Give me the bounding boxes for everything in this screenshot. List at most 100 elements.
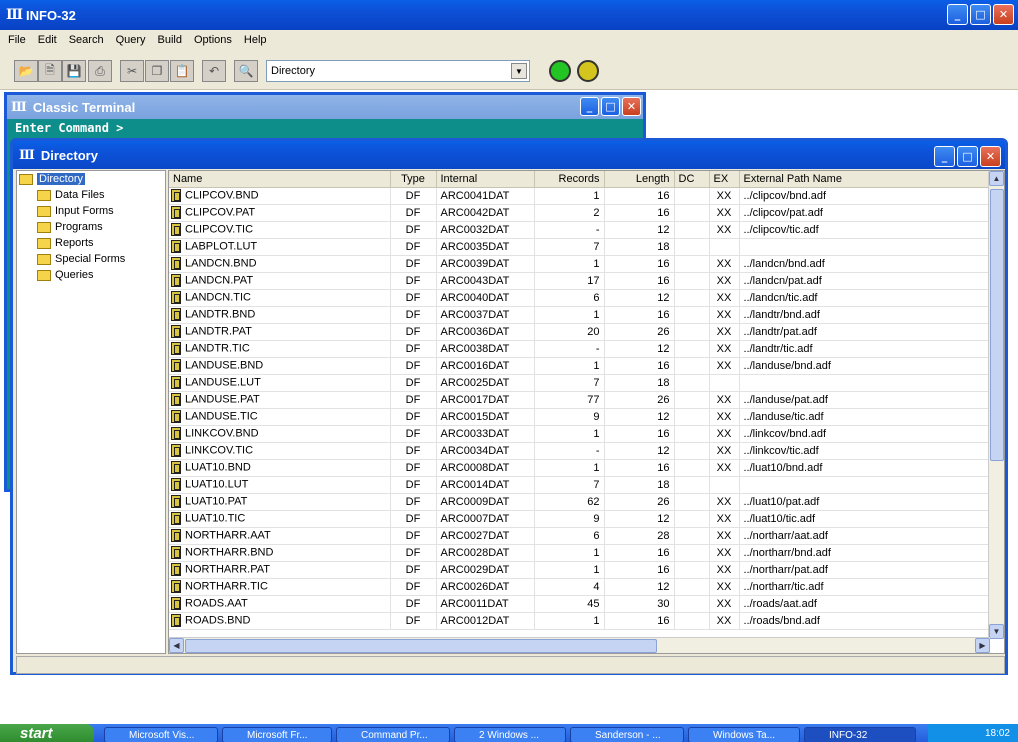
table-row[interactable]: LUAT10.BND DF ARC0008DAT 1 16 XX ../luat10/bnd… <box>169 459 990 477</box>
scroll-right-icon[interactable]: ▶ <box>975 638 990 653</box>
task-microsoft-vis[interactable]: Microsoft Vis... <box>104 727 218 742</box>
column-header-length[interactable]: Length <box>604 171 675 188</box>
column-header-type[interactable]: Type <box>390 171 437 188</box>
new-document-icon[interactable]: 🗎 <box>38 60 62 82</box>
cell-ex: XX <box>709 578 740 596</box>
start-button[interactable]: start <box>0 724 94 742</box>
scroll-thumb[interactable] <box>185 639 657 653</box>
table-row[interactable]: LUAT10.PAT DF ARC0009DAT 62 26 XX ../luat10/pa… <box>169 493 990 511</box>
task-windows-ta[interactable]: Windows Ta... <box>688 727 800 742</box>
table-row[interactable]: LUAT10.LUT DF ARC0014DAT 7 18 <box>169 476 990 494</box>
table-row[interactable]: CLIPCOV.PAT DF ARC0042DAT 2 16 XX ../clipcov/p… <box>169 204 990 222</box>
table-row[interactable]: LANDCN.PAT DF ARC0043DAT 17 16 XX ../landcn/pa… <box>169 272 990 290</box>
table-row[interactable]: LUAT10.TIC DF ARC0007DAT 9 12 XX ../luat10/tic… <box>169 510 990 528</box>
table-row[interactable]: LANDUSE.LUT DF ARC0025DAT 7 18 <box>169 374 990 392</box>
table-row[interactable]: LINKCOV.BND DF ARC0033DAT 1 16 XX ../linkcov/b… <box>169 425 990 443</box>
menu-query[interactable]: Query <box>110 34 152 46</box>
app-title-bar[interactable]: Ⅲ INFO-32 _ □ ✕ <box>0 0 1018 30</box>
close-button[interactable]: ✕ <box>993 4 1014 25</box>
task-info-32[interactable]: INFO-32 <box>804 727 916 742</box>
tree-item-reports[interactable]: Reports <box>17 235 165 251</box>
open-icon[interactable]: 📂 <box>14 60 38 82</box>
maximize-button[interactable]: □ <box>970 4 991 25</box>
chevron-down-icon[interactable]: ▼ <box>511 63 527 79</box>
table-row[interactable]: LANDUSE.PAT DF ARC0017DAT 77 26 XX ../landuse/… <box>169 391 990 409</box>
tree-item-special-forms[interactable]: Special Forms <box>17 251 165 267</box>
table-row[interactable]: LANDUSE.TIC DF ARC0015DAT 9 12 XX ../landuse/t… <box>169 408 990 426</box>
menu-search[interactable]: Search <box>63 34 110 46</box>
table-row[interactable]: LANDTR.PAT DF ARC0036DAT 20 26 XX ../landtr/pa… <box>169 323 990 341</box>
terminal-minimize-button[interactable]: _ <box>580 97 599 116</box>
tree-item-directory[interactable]: Directory <box>17 171 165 187</box>
directory-minimize-button[interactable]: _ <box>934 146 955 167</box>
table-row[interactable]: LINKCOV.TIC DF ARC0034DAT -12 XX ../linkcov/t… <box>169 442 990 460</box>
print-icon[interactable]: ⎙ <box>88 60 112 82</box>
column-header-records[interactable]: Records <box>534 171 605 188</box>
cell-external-path: ../landuse/pat.adf <box>739 391 990 409</box>
tree-item-queries[interactable]: Queries <box>17 267 165 283</box>
table-row[interactable]: LANDCN.TIC DF ARC0040DAT 6 12 XX ../landcn/tic… <box>169 289 990 307</box>
save-icon[interactable]: 💾 <box>62 60 86 82</box>
table-row[interactable]: NORTHARR.PAT DF ARC0029DAT 1 16 XX ../northarr… <box>169 561 990 579</box>
green-light-icon[interactable] <box>549 60 571 82</box>
directory-maximize-button[interactable]: □ <box>957 146 978 167</box>
table-row[interactable]: LANDTR.TIC DF ARC0038DAT -12 XX ../landtr/tic… <box>169 340 990 358</box>
column-header-ex[interactable]: EX <box>709 171 740 188</box>
find-icon[interactable]: 🔍 <box>234 60 258 82</box>
scroll-thumb[interactable] <box>990 189 1004 461</box>
vertical-scrollbar[interactable]: ▲ ▼ <box>988 171 1004 639</box>
object-type-combo[interactable]: Directory ▼ <box>266 60 530 82</box>
clock[interactable]: 18:02 <box>985 728 1010 739</box>
table-row[interactable]: NORTHARR.BND DF ARC0028DAT 1 16 XX ../northarr… <box>169 544 990 562</box>
terminal-title-bar[interactable]: Ⅲ Classic Terminal _ □ ✕ <box>7 95 643 119</box>
directory-close-button[interactable]: ✕ <box>980 146 1001 167</box>
table-row[interactable]: CLIPCOV.TIC DF ARC0032DAT -12 XX ../clipcov/t… <box>169 221 990 239</box>
scroll-up-icon[interactable]: ▲ <box>989 171 1004 186</box>
task-windows-group[interactable]: 2 Windows ... <box>454 727 566 742</box>
data-file-icon <box>171 512 181 525</box>
table-row[interactable]: CLIPCOV.BND DF ARC0041DAT 1 16 XX ../clipcov/b… <box>169 187 990 205</box>
menu-file[interactable]: File <box>2 34 32 46</box>
task-sanderson[interactable]: Sanderson - ... <box>570 727 684 742</box>
minimize-button[interactable]: _ <box>947 4 968 25</box>
horizontal-scrollbar[interactable]: ◀ ▶ <box>169 637 990 653</box>
table-row[interactable]: ROADS.AAT DF ARC0011DAT 45 30 XX ../roads/aat.… <box>169 595 990 613</box>
terminal-close-button[interactable]: ✕ <box>622 97 641 116</box>
table-row[interactable]: LANDUSE.BND DF ARC0016DAT 1 16 XX ../landuse/b… <box>169 357 990 375</box>
column-header-dc[interactable]: DC <box>674 171 710 188</box>
terminal-maximize-button[interactable]: □ <box>601 97 620 116</box>
table-row[interactable]: NORTHARR.AAT DF ARC0027DAT 6 28 XX ../northarr… <box>169 527 990 545</box>
table-row[interactable]: LANDCN.BND DF ARC0039DAT 1 16 XX ../landcn/bnd… <box>169 255 990 273</box>
table-row[interactable]: NORTHARR.TIC DF ARC0026DAT 4 12 XX ../northarr… <box>169 578 990 596</box>
tree-item-programs[interactable]: Programs <box>17 219 165 235</box>
column-header-name[interactable]: Name <box>169 171 391 188</box>
copy-icon[interactable]: ❐ <box>145 60 169 82</box>
column-header-internal[interactable]: Internal <box>436 171 535 188</box>
cell-dc <box>674 221 710 239</box>
yellow-light-icon[interactable] <box>577 60 599 82</box>
scroll-left-icon[interactable]: ◀ <box>169 638 184 653</box>
menu-build[interactable]: Build <box>152 34 188 46</box>
menu-options[interactable]: Options <box>188 34 238 46</box>
menu-edit[interactable]: Edit <box>32 34 63 46</box>
command-prompt[interactable]: Enter Command > <box>7 119 643 137</box>
table-row[interactable]: LABPLOT.LUT DF ARC0035DAT 7 18 <box>169 238 990 256</box>
cell-dc <box>674 510 710 528</box>
column-header-external-path[interactable]: External Path Name <box>739 171 990 188</box>
paste-icon[interactable]: 📋 <box>170 60 194 82</box>
directory-window[interactable]: Ⅲ Directory _ □ ✕ Directory Data Files I… <box>10 138 1008 675</box>
task-command-prompt[interactable]: Command Pr... <box>336 727 450 742</box>
menu-help[interactable]: Help <box>238 34 273 46</box>
directory-title-bar[interactable]: Ⅲ Directory _ □ ✕ <box>13 141 1005 169</box>
table-row[interactable]: LANDTR.BND DF ARC0037DAT 1 16 XX ../landtr/bnd… <box>169 306 990 324</box>
scroll-down-icon[interactable]: ▼ <box>989 624 1004 639</box>
cell-length: 18 <box>604 238 675 256</box>
cell-ex: XX <box>709 204 740 222</box>
undo-icon[interactable]: ↶ <box>202 60 226 82</box>
cell-external-path: ../linkcov/bnd.adf <box>739 425 990 443</box>
table-row[interactable]: ROADS.BND DF ARC0012DAT 1 16 XX ../roads/bnd.a… <box>169 612 990 630</box>
tree-item-input-forms[interactable]: Input Forms <box>17 203 165 219</box>
cut-icon[interactable]: ✂ <box>120 60 144 82</box>
task-microsoft-fr[interactable]: Microsoft Fr... <box>222 727 332 742</box>
tree-item-data-files[interactable]: Data Files <box>17 187 165 203</box>
